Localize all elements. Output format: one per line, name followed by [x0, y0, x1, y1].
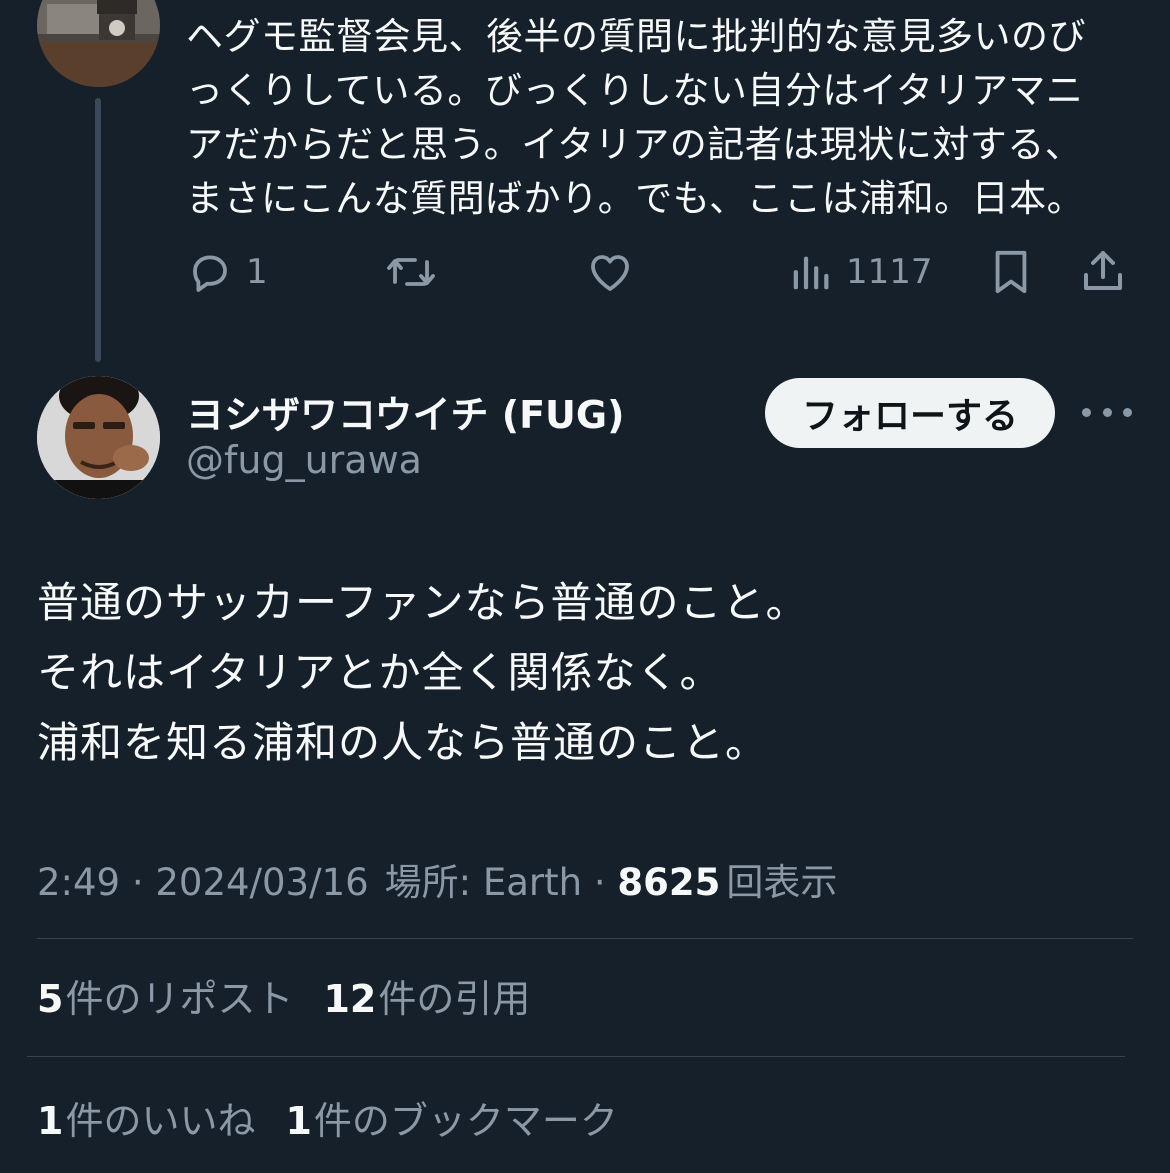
retweet-icon	[384, 248, 438, 296]
likes-stat[interactable]: 1 件のいいね	[37, 1090, 255, 1145]
more-options-button[interactable]	[1082, 392, 1132, 432]
parent-tweet-text: ヘグモ監督会見、後半の質問に批判的な意見多いのび っくりしている。びっくりしない…	[186, 15, 1086, 220]
divider	[27, 1056, 1125, 1057]
views-label: 回表示	[726, 861, 838, 904]
meta-separator: ·	[582, 861, 618, 904]
tweet-body-line: 浦和を知る浦和の人なら普通のこと。	[37, 718, 769, 767]
tweet-body-line: それはイタリアとか全く関係なく。	[37, 648, 723, 697]
more-dot-icon	[1123, 407, 1132, 417]
tweet-date[interactable]: 2024/03/16	[155, 861, 368, 904]
tweet-meta: 2:49 · 2024/03/16 場所: Earth · 8625 回表示	[37, 852, 837, 906]
bookmark-icon	[988, 246, 1034, 298]
engagement-stats-row: 5 件のリポスト 12 件の引用	[37, 968, 560, 1023]
meta-separator: ·	[120, 861, 156, 904]
likes-label: 件のいいね	[65, 1099, 256, 1143]
analytics-icon	[788, 248, 834, 296]
tweet-location: 場所: Earth	[384, 861, 583, 904]
bookmarks-count: 1	[285, 1099, 312, 1143]
tweet-time[interactable]: 2:49	[37, 861, 120, 904]
reply-count: 1	[246, 252, 268, 292]
quotes-count: 12	[323, 977, 377, 1021]
share-button[interactable]	[1079, 244, 1127, 300]
follow-button[interactable]: フォローする	[765, 378, 1055, 448]
more-dot-icon	[1082, 407, 1091, 417]
reposts-count: 5	[37, 977, 64, 1021]
engagement-stats-row: 1 件のいいね 1 件のブックマーク	[37, 1090, 648, 1145]
parent-view-count: 1117	[846, 252, 933, 292]
share-icon	[1079, 247, 1127, 297]
parent-avatar[interactable]	[37, 0, 160, 87]
bookmarks-label: 件のブックマーク	[313, 1099, 618, 1143]
quotes-stat[interactable]: 12 件の引用	[323, 968, 530, 1023]
author-avatar[interactable]	[37, 376, 160, 499]
more-dot-icon	[1102, 407, 1112, 417]
like-button[interactable]	[585, 244, 635, 300]
quotes-label: 件の引用	[378, 977, 531, 1021]
like-icon	[585, 248, 635, 296]
reposts-stat[interactable]: 5 件のリポスト	[37, 968, 293, 1023]
bookmark-button[interactable]	[988, 244, 1034, 300]
author-handle[interactable]: @fug_urawa	[186, 438, 422, 482]
reply-button[interactable]: 1	[186, 244, 268, 300]
retweet-button[interactable]	[384, 244, 438, 300]
tweet-body: 普通のサッカーファンなら普通のこと。 それはイタリアとか全く関係なく。 浦和を知…	[37, 568, 1137, 778]
likes-count: 1	[37, 1099, 64, 1143]
thread-connector-line	[95, 98, 101, 362]
reply-icon	[186, 248, 234, 296]
views-count: 8625	[617, 861, 721, 904]
bookmarks-stat[interactable]: 1 件のブックマーク	[285, 1090, 617, 1145]
author-display-name[interactable]: ヨシザワコウイチ (FUG)	[186, 384, 624, 439]
tweet-body-line: 普通のサッカーファンなら普通のこと。	[37, 578, 809, 627]
reposts-label: 件のリポスト	[65, 977, 294, 1021]
divider	[37, 938, 1133, 939]
views-analytics-button[interactable]: 1117	[788, 244, 933, 300]
